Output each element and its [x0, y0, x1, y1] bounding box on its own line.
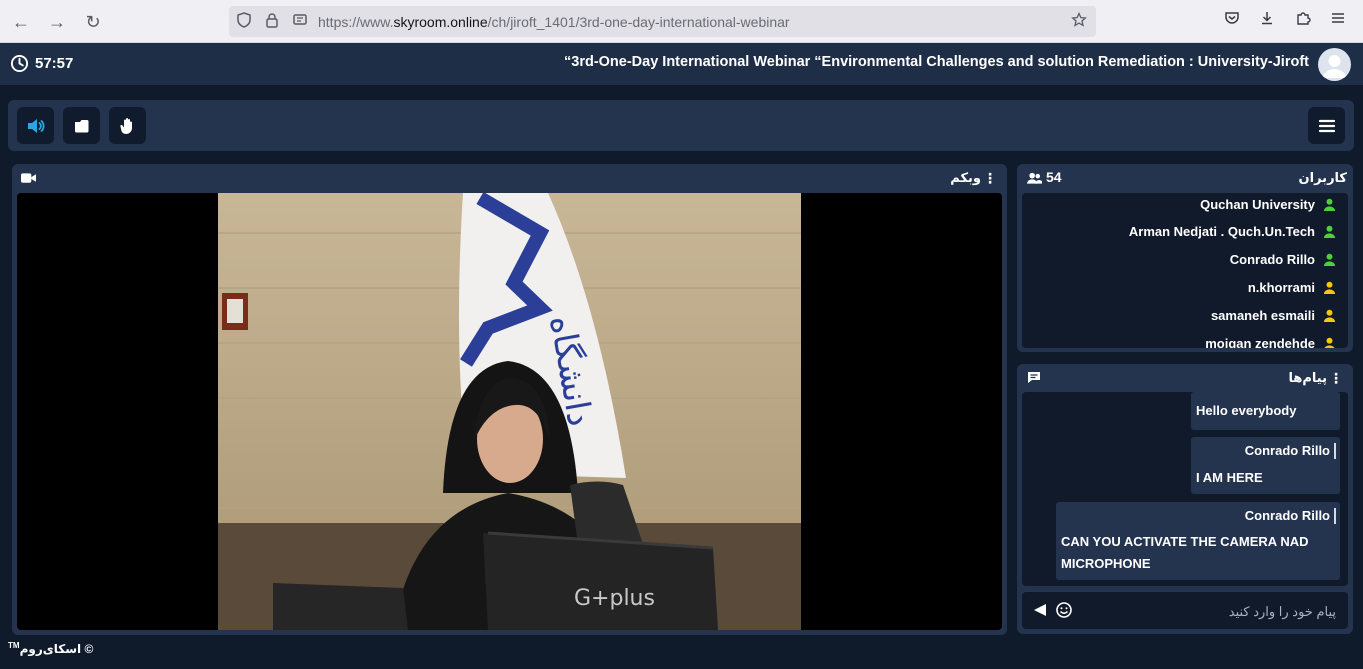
message-bar: [1334, 443, 1336, 459]
user-online-icon: [1323, 198, 1336, 211]
user-name: Arman Nedjati . Quch.Un.Tech: [1128, 223, 1315, 239]
download-icon[interactable]: [1256, 10, 1278, 32]
session-timer: 57:57: [10, 54, 73, 73]
session-header: 57:57 “3rd-One-Day International Webinar…: [0, 43, 1363, 85]
message-text: Hello everybody: [1196, 403, 1297, 418]
users-icon: [1027, 172, 1042, 184]
brand-name: اسکای‌روم: [19, 642, 82, 656]
user-away-icon: [1323, 281, 1336, 294]
user-row[interactable]: samaneh esmaili: [1211, 305, 1336, 325]
users-list[interactable]: Quchan University Arman Nedjati . Quch.U…: [1022, 193, 1348, 348]
user-online-icon: [1323, 253, 1336, 266]
footer-brand[interactable]: © اسکای‌رومTM: [8, 641, 93, 656]
raise-hand-button[interactable]: [109, 107, 146, 144]
user-avatar-icon: [1323, 55, 1346, 78]
emoji-icon[interactable]: [1055, 601, 1073, 619]
chat-message: Conrado Rillo CAN YOU ACTIVATE THE CAMER…: [1056, 502, 1340, 580]
back-icon[interactable]: ←: [8, 9, 34, 35]
reload-icon[interactable]: ↻: [80, 9, 106, 35]
extensions-icon[interactable]: [1292, 10, 1314, 32]
message-text: I AM HERE: [1196, 470, 1263, 485]
webcam-video: دانشگاه G+plus: [218, 193, 801, 630]
webcam-panel: ⋮ وبکم دانشگاه G+plus: [12, 164, 1007, 635]
user-name: mojgan zendehde: [1205, 335, 1315, 349]
folder-icon: [74, 119, 88, 132]
room-toolbar: [8, 100, 1354, 151]
users-panel-header: 54 کاربران: [1017, 164, 1353, 192]
address-bar[interactable]: https://www.skyroom.online/ch/jiroft_140…: [229, 6, 1096, 37]
chat-message: Conrado Rillo I AM HERE: [1191, 437, 1340, 494]
url-path: /ch/jiroft_1401/3rd-one-day-internationa…: [487, 14, 790, 30]
speaker-video-frame: دانشگاه G+plus: [218, 193, 801, 630]
chat-message-input[interactable]: [1086, 600, 1336, 622]
chat-title: پیام‌ها: [1288, 370, 1328, 385]
user-name: Quchan University: [1200, 196, 1315, 212]
chat-messages[interactable]: Hello everybody Conrado Rillo I AM HERE …: [1022, 392, 1348, 586]
users-count: 54: [1046, 169, 1062, 185]
clock-icon: [10, 54, 29, 73]
url-prefix: https://www.: [318, 14, 394, 30]
user-row[interactable]: mojgan zendehde: [1205, 333, 1336, 348]
webcam-title: وبکم: [950, 170, 981, 185]
permissions-icon[interactable]: [291, 12, 309, 30]
message-sender: Conrado Rillo: [1244, 508, 1330, 523]
user-row[interactable]: n.khorrami: [1248, 277, 1336, 297]
url-text[interactable]: https://www.skyroom.online/ch/jiroft_140…: [318, 14, 790, 30]
shield-icon[interactable]: [235, 12, 253, 30]
message-bar: [1334, 508, 1336, 524]
user-name: samaneh esmaili: [1210, 307, 1315, 323]
chat-input-bar: [1022, 592, 1348, 629]
chat-options-icon[interactable]: ⋮: [1329, 370, 1343, 387]
chat-panel-header: ⋮ پیام‌ها: [1017, 364, 1353, 392]
chat-bubble-icon: [1028, 372, 1040, 383]
user-row[interactable]: Quchan University: [1200, 194, 1336, 214]
pocket-icon[interactable]: [1221, 10, 1243, 32]
menu-icon[interactable]: [1327, 10, 1349, 32]
video-camera-icon: [21, 173, 36, 183]
send-icon[interactable]: [1031, 601, 1049, 619]
webcam-panel-header: ⋮ وبکم: [12, 164, 1007, 192]
message-text: CAN YOU ACTIVATE THE CAMERA NAD MICROPHO…: [1061, 534, 1309, 571]
avatar[interactable]: [1318, 48, 1351, 81]
trademark-mark: TM: [8, 641, 20, 650]
hamburger-icon: [1318, 119, 1335, 132]
webcam-options-icon[interactable]: ⋮: [983, 170, 997, 187]
user-name: n.khorrami: [1247, 279, 1315, 295]
url-host: skyroom.online: [393, 14, 488, 30]
files-button[interactable]: [63, 107, 100, 144]
user-row[interactable]: Conrado Rillo: [1230, 249, 1336, 269]
speaker-icon: [27, 118, 44, 133]
browser-toolbar: ← → ↻ https://www.skyroom.online/ch/jiro…: [0, 0, 1363, 43]
users-title: کاربران: [1298, 170, 1347, 185]
speaker-button[interactable]: [17, 107, 54, 144]
bookmark-star-icon[interactable]: [1070, 11, 1088, 30]
session-title: “3rd-One-Day International Webinar “Envi…: [564, 54, 1309, 70]
chat-message: Hello everybody: [1191, 392, 1340, 430]
user-online-icon: [1323, 225, 1336, 238]
user-away-icon: [1323, 309, 1336, 322]
forward-icon[interactable]: →: [44, 9, 70, 35]
user-name: Conrado Rillo: [1229, 251, 1315, 267]
lock-icon[interactable]: [263, 12, 281, 30]
user-away-icon: [1324, 337, 1335, 348]
video-stage[interactable]: دانشگاه G+plus: [17, 193, 1002, 630]
hand-icon: [119, 117, 132, 134]
copyright-icon: ©: [84, 642, 94, 656]
chat-panel: ⋮ پیام‌ها Hello everybody Conrado Rillo …: [1017, 364, 1353, 634]
message-sender: Conrado Rillo: [1244, 443, 1330, 458]
timer-text: 57:57: [35, 55, 74, 72]
user-row[interactable]: Arman Nedjati . Quch.Un.Tech: [1129, 221, 1336, 241]
main-menu-button[interactable]: [1308, 107, 1345, 144]
laptop-brand-text: G+plus: [574, 586, 655, 611]
users-panel: 54 کاربران Quchan University Arman Nedja…: [1017, 164, 1353, 352]
